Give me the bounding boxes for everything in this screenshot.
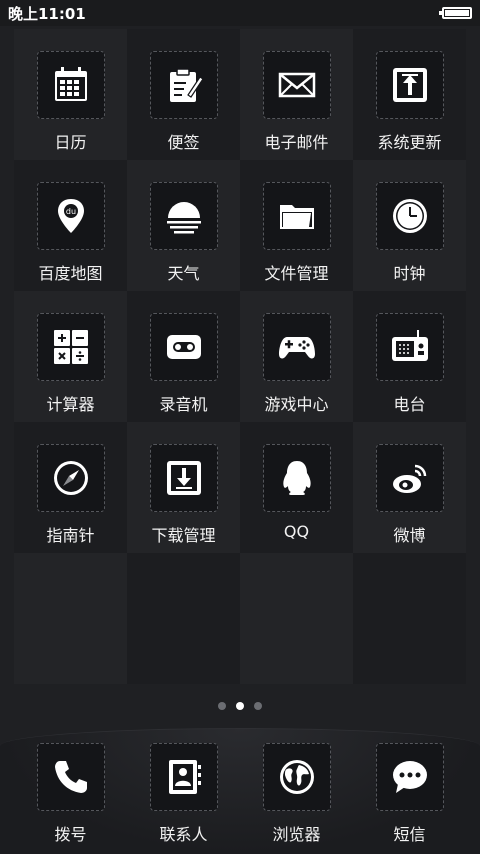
page-dot[interactable] [218,702,226,710]
calendar-icon [36,51,105,119]
app-label: 微博 [393,526,426,545]
page-dot-active[interactable] [236,702,244,710]
dock-browser[interactable]: 浏览器 [240,743,353,845]
dock: 拨号 联系人 浏览器 短信 [0,728,480,854]
gamepad-icon [262,313,331,381]
weather-icon [149,182,218,250]
app-label: 游戏中心 [264,395,329,414]
app-recorder[interactable]: 录音机 [127,291,240,422]
app-label: 录音机 [159,395,208,414]
app-baidu-map[interactable]: du 百度地图 [14,160,127,291]
status-time: 晚上11:01 [8,4,86,23]
app-label: 日历 [54,133,87,152]
map-pin-text: du [65,207,75,216]
app-label: 电子邮件 [264,133,329,152]
app-label: 时钟 [393,264,426,283]
app-compass[interactable]: 指南针 [14,422,127,553]
status-bar: 晚上11:01 [0,0,480,26]
app-system-update[interactable]: 系统更新 [353,29,466,160]
weibo-icon [375,444,444,512]
map-pin-icon: du [36,182,105,250]
page-dot[interactable] [254,702,262,710]
app-label: 便签 [167,133,200,152]
app-label: 联系人 [159,825,208,844]
app-label: 浏览器 [272,825,321,844]
app-calculator[interactable]: 计算器 [14,291,127,422]
dock-phone[interactable]: 拨号 [14,743,127,845]
download-icon [149,444,218,512]
app-label: 天气 [167,264,200,283]
app-radio[interactable]: 电台 [353,291,466,422]
contacts-icon [149,743,218,811]
app-label: 计算器 [46,395,95,414]
recorder-icon [149,313,218,381]
app-label: QQ [283,522,310,541]
app-download-manager[interactable]: 下载管理 [127,422,240,553]
empty-cell [14,553,127,684]
app-clock[interactable]: 时钟 [353,160,466,291]
app-qq[interactable]: QQ [240,422,353,553]
page-indicator [0,702,480,710]
dock-messages[interactable]: 短信 [353,743,466,845]
radio-icon [375,313,444,381]
compass-icon [36,444,105,512]
folder-icon [262,182,331,250]
app-label: 指南针 [46,526,95,545]
app-grid: 日历 便签 电子邮件 系统更新 du 百度地图 天气 文件管理 时钟 计算器 录… [14,29,466,684]
phone-icon [36,743,105,811]
battery-fill [445,10,469,16]
app-weibo[interactable]: 微博 [353,422,466,553]
app-label: 电台 [393,395,426,414]
app-label: 拨号 [54,825,87,844]
app-label: 下载管理 [151,526,216,545]
notepad-icon [149,51,218,119]
dock-contacts[interactable]: 联系人 [127,743,240,845]
empty-cell [353,553,466,684]
empty-cell [127,553,240,684]
empty-cell [240,553,353,684]
app-label: 短信 [393,825,426,844]
update-icon [375,51,444,119]
app-label: 系统更新 [377,133,442,152]
app-calendar[interactable]: 日历 [14,29,127,160]
mail-icon [262,51,331,119]
battery-icon [439,7,472,19]
message-icon [375,743,444,811]
app-notepad[interactable]: 便签 [127,29,240,160]
app-file-manager[interactable]: 文件管理 [240,160,353,291]
clock-icon [375,182,444,250]
app-weather[interactable]: 天气 [127,160,240,291]
calculator-icon [36,313,105,381]
app-label: 百度地图 [38,264,103,283]
app-mail[interactable]: 电子邮件 [240,29,353,160]
app-label: 文件管理 [264,264,329,283]
app-game-center[interactable]: 游戏中心 [240,291,353,422]
qq-icon [262,444,331,512]
globe-icon [262,743,331,811]
